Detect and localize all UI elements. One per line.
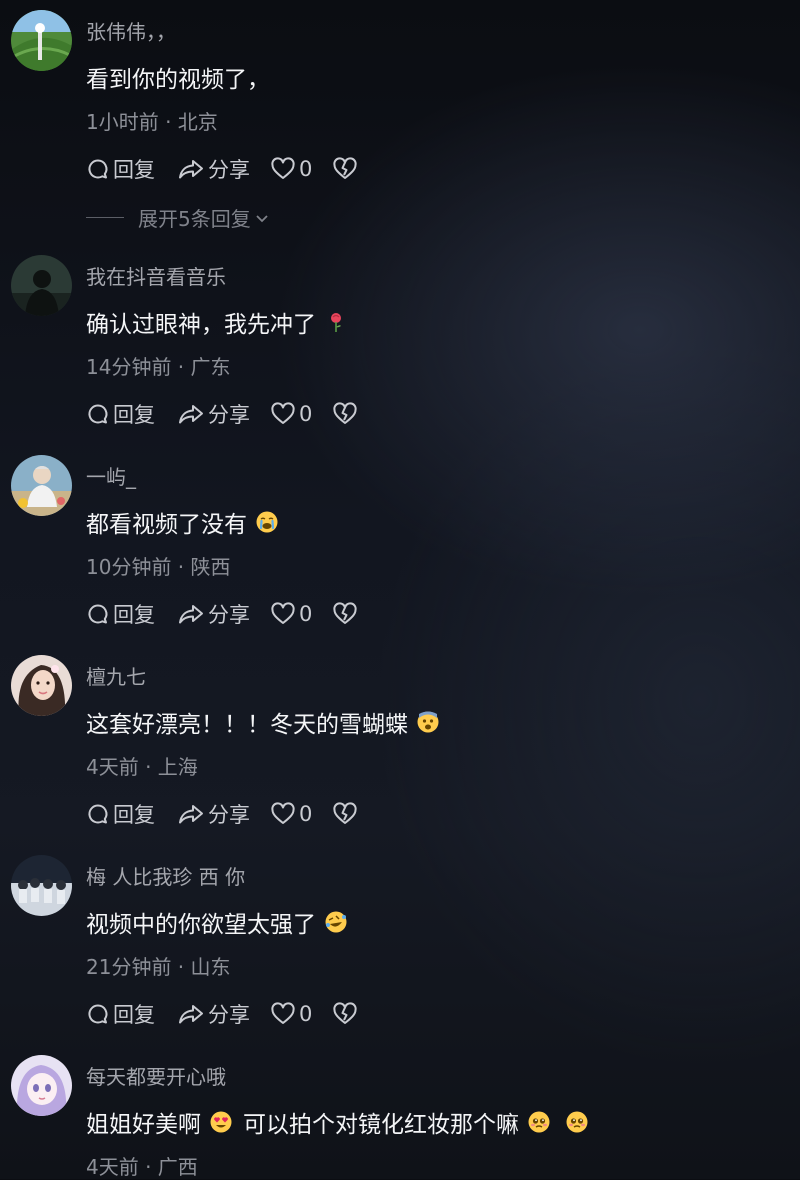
dislike-button[interactable]: [332, 1002, 358, 1026]
reply-icon: [88, 159, 108, 179]
heart-icon: [271, 157, 295, 179]
username[interactable]: 梅 人比我珍 西 你: [86, 861, 245, 890]
reply-button[interactable]: 回复: [86, 599, 155, 629]
avatar[interactable]: [11, 455, 72, 516]
reply-icon: [88, 1004, 108, 1024]
reply-button[interactable]: 回复: [86, 799, 155, 829]
comment-meta: 4天前 · 上海: [86, 755, 198, 779]
username[interactable]: 张伟伟，，: [86, 16, 176, 45]
heart-icon: [271, 802, 295, 824]
username[interactable]: 我在抖音看音乐: [86, 261, 226, 290]
comment-item: 我在抖音看音乐 确认过眼神，我先冲了 14分钟前 · 广东 回复 分享 0: [0, 245, 800, 445]
reply-button[interactable]: 回复: [86, 154, 155, 184]
comment-actions: 回复 分享 0: [86, 399, 358, 429]
heart-eyes-emoji-icon: [210, 1111, 232, 1133]
comment-actions: 回复 分享 0: [86, 799, 358, 829]
comment-meta: 10分钟前 · 陕西: [86, 555, 231, 579]
share-button[interactable]: 分享: [177, 599, 250, 629]
share-icon: [179, 160, 203, 179]
chevron-down-icon: [256, 214, 268, 222]
broken-heart-icon: [333, 157, 357, 179]
dislike-button[interactable]: [332, 602, 358, 626]
share-icon: [179, 405, 203, 424]
broken-heart-icon: [333, 602, 357, 624]
broken-heart-icon: [333, 402, 357, 424]
reply-button[interactable]: 回复: [86, 999, 155, 1029]
avatar[interactable]: [11, 10, 72, 71]
comment-actions: 回复 分享 0: [86, 599, 358, 629]
comment-actions: 回复 分享 0: [86, 154, 358, 184]
comment-meta: 4天前 · 广西: [86, 1155, 198, 1179]
comment-text: 都看视频了没有: [86, 505, 279, 539]
avatar[interactable]: [11, 255, 72, 316]
comment-text: 姐姐好美啊 可以拍个对镜化红妆那个嘛: [86, 1105, 589, 1139]
dislike-button[interactable]: [332, 157, 358, 181]
share-button[interactable]: 分享: [177, 999, 250, 1029]
share-button[interactable]: 分享: [177, 154, 250, 184]
avatar[interactable]: [11, 855, 72, 916]
pleading-face-emoji-icon: [566, 1111, 588, 1133]
comment-meta: 14分钟前 · 广东: [86, 355, 231, 379]
like-button[interactable]: 0: [270, 1002, 312, 1026]
username[interactable]: 一屿_: [86, 461, 136, 490]
heart-icon: [271, 1002, 295, 1024]
divider: [86, 217, 124, 218]
comment-item: 每天都要开心哦 姐姐好美啊 可以拍个对镜化红妆那个嘛 4天前 · 广西: [0, 1045, 800, 1179]
comment-text: 看到你的视频了，: [86, 67, 270, 93]
avatar[interactable]: [11, 655, 72, 716]
comment-text: 这套好漂亮！！！冬天的雪蝴蝶: [86, 705, 440, 739]
share-icon: [179, 605, 203, 624]
heart-icon: [271, 602, 295, 624]
avatar[interactable]: [11, 1055, 72, 1116]
like-button[interactable]: 0: [270, 157, 312, 181]
share-button[interactable]: 分享: [177, 399, 250, 429]
share-icon: [179, 1005, 203, 1024]
reply-icon: [88, 604, 108, 624]
comment-item: 一屿_ 都看视频了没有 10分钟前 · 陕西 回复 分享 0: [0, 445, 800, 645]
comment-meta: 21分钟前 · 山东: [86, 955, 231, 979]
reply-button[interactable]: 回复: [86, 399, 155, 429]
reply-icon: [88, 804, 108, 824]
dislike-button[interactable]: [332, 802, 358, 826]
comment-actions: 回复 分享 0: [86, 999, 358, 1029]
comment-item: 梅 人比我珍 西 你 视频中的你欲望太强了 21分钟前 · 山东 回复 分享 0: [0, 845, 800, 1045]
comment-text: 确认过眼神，我先冲了: [86, 305, 348, 339]
broken-heart-icon: [333, 802, 357, 824]
comment-item: 张伟伟，， 看到你的视频了， 1小时前 · 北京 回复 分享 0 展开5条回复: [0, 0, 800, 245]
reply-icon: [88, 404, 108, 424]
like-button[interactable]: 0: [270, 402, 312, 426]
like-button[interactable]: 0: [270, 802, 312, 826]
crying-face-emoji-icon: [256, 511, 278, 533]
comment-text: 视频中的你欲望太强了: [86, 905, 348, 939]
username[interactable]: 每天都要开心哦: [86, 1061, 226, 1090]
dislike-button[interactable]: [332, 402, 358, 426]
expand-replies-button[interactable]: 展开5条回复: [86, 203, 270, 232]
broken-heart-icon: [333, 1002, 357, 1024]
share-button[interactable]: 分享: [177, 799, 250, 829]
pleading-face-emoji-icon: [528, 1111, 550, 1133]
share-icon: [179, 805, 203, 824]
comment-meta: 1小时前 · 北京: [86, 110, 218, 134]
rolling-laughing-emoji-icon: [325, 911, 347, 933]
heart-icon: [271, 402, 295, 424]
rose-emoji-icon: [331, 313, 341, 332]
username[interactable]: 檀九七: [86, 661, 146, 690]
like-button[interactable]: 0: [270, 602, 312, 626]
comment-item: 檀九七 这套好漂亮！！！冬天的雪蝴蝶 4天前 · 上海 回复 分享 0: [0, 645, 800, 845]
fearful-face-emoji-icon: [417, 711, 439, 733]
